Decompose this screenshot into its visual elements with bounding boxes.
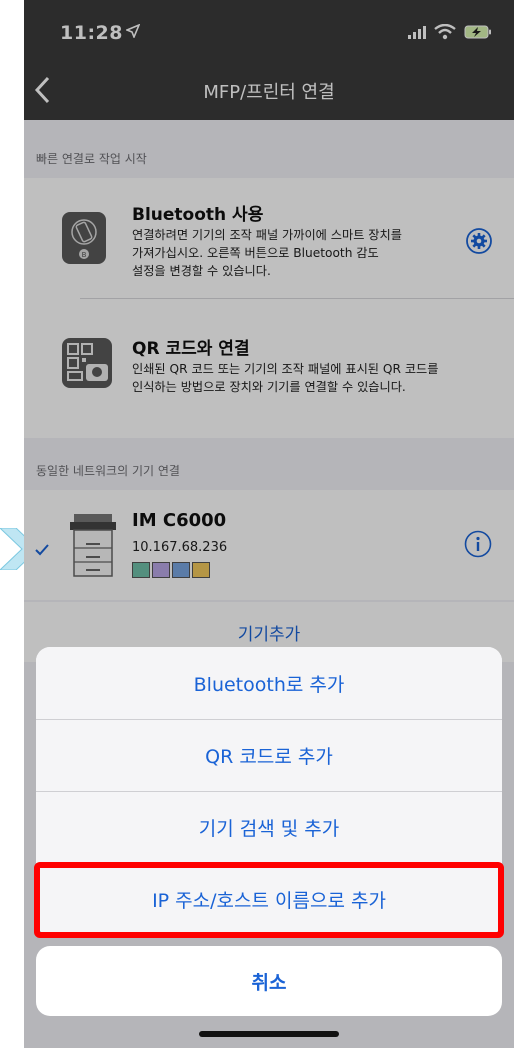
highlight-frame <box>34 862 504 938</box>
sheet-item-qr[interactable]: QR 코드로 추가 <box>36 719 502 791</box>
sheet-item-search[interactable]: 기기 검색 및 추가 <box>36 791 502 863</box>
home-indicator <box>199 1031 339 1037</box>
phone-screen: 11:28 MFP/프린터 연결 빠른 연결로 작업 시작 B Bluetoot… <box>24 0 514 1048</box>
sheet-item-label: Bluetooth로 추가 <box>193 673 345 696</box>
sheet-item-bluetooth[interactable]: Bluetooth로 추가 <box>36 647 502 719</box>
cancel-button[interactable]: 취소 <box>36 946 502 1016</box>
sheet-item-label: QR 코드로 추가 <box>205 746 333 768</box>
sheet-item-label: 기기 검색 및 추가 <box>198 818 340 840</box>
